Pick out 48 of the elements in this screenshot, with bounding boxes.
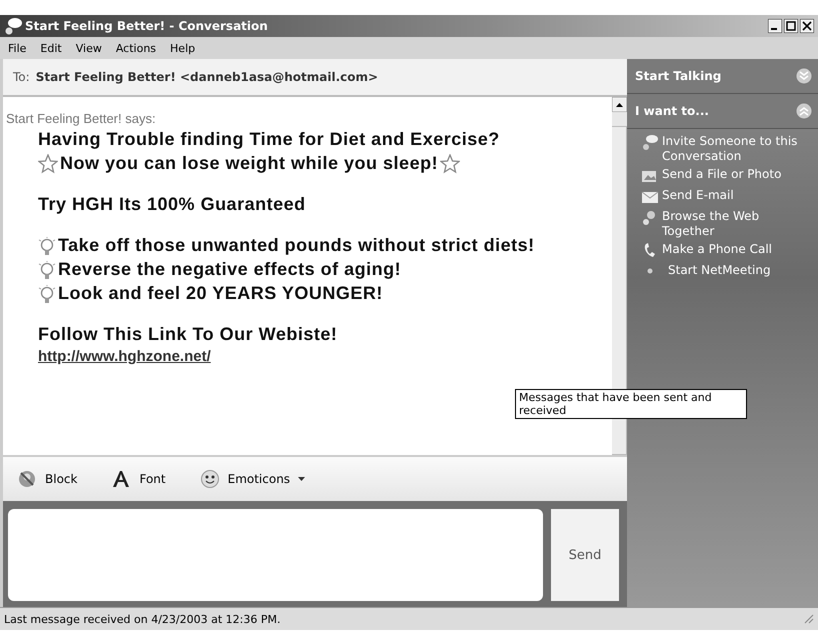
menu-item[interactable]: Actions <box>116 42 156 54</box>
task-link[interactable]: Invite Someone to this Conversation <box>641 134 814 164</box>
smiley-icon <box>200 469 220 489</box>
light-bulb-icon <box>38 237 56 256</box>
letter-a-icon <box>111 469 132 489</box>
speech-bubble-icon <box>641 134 659 152</box>
message-text: Follow This Link To Our Webiste! <box>38 324 338 345</box>
menu-item[interactable]: File <box>8 42 26 54</box>
menu-item[interactable]: Edit <box>40 42 62 54</box>
maximize-icon <box>784 19 798 33</box>
task-link[interactable]: Make a Phone Call <box>641 242 814 260</box>
message-text: Now you can lose weight while you sleep! <box>60 153 438 174</box>
menu-item[interactable]: View <box>76 42 102 54</box>
to-label: To: <box>13 70 30 84</box>
light-bulb-icon <box>38 261 56 280</box>
message-text: Take off those unwanted pounds without strict diets! <box>58 235 535 256</box>
block-button[interactable]: Block <box>15 467 80 491</box>
message-text: Reverse the negative effects of aging! <box>58 259 402 280</box>
message-text: Having Trouble finding Time for Diet and Exercise? <box>38 129 500 150</box>
section-header[interactable]: Start Talking <box>627 59 818 94</box>
task-link[interactable]: Send a File or Photo <box>641 167 814 185</box>
dropdown-caret-icon <box>298 477 306 481</box>
star-icon <box>440 154 460 174</box>
section-header[interactable]: I want to... <box>627 94 818 129</box>
message-text: Try HGH Its 100% Guaranteed <box>38 194 306 215</box>
close-icon <box>800 19 814 33</box>
message-input-field[interactable] <box>8 509 543 601</box>
resize-grip-icon <box>804 614 814 624</box>
minimize-icon <box>768 19 782 33</box>
status-text: Last message received on 4/23/2003 at 12:36 PM. <box>4 612 280 626</box>
message-text: Look and feel 20 YEARS YOUNGER! <box>58 283 383 304</box>
blocked-person-icon <box>17 469 37 489</box>
task-link[interactable]: Start NetMeeting <box>641 263 814 278</box>
task-link[interactable]: Browse the Web Together <box>641 209 814 239</box>
star-icon <box>38 154 58 174</box>
tooltip: Messages that have been sent and received <box>515 389 747 419</box>
dot-icon <box>647 268 653 274</box>
task-link[interactable]: Send E-mail <box>641 188 814 206</box>
speech-bubble-icon <box>4 17 22 35</box>
light-bulb-icon <box>38 285 56 304</box>
menu-item[interactable]: Help <box>170 42 196 54</box>
link[interactable]: http://www.hghzone.net/ <box>38 348 211 365</box>
window-title: Start Feeling Better! - Conversation <box>25 19 268 33</box>
sender-line: Start Feeling Better! says: <box>6 111 157 126</box>
font-button[interactable]: Font <box>109 467 168 491</box>
contact-name: Start Feeling Better! <danneb1asa@hotmail.com> <box>36 70 378 84</box>
send-button[interactable]: Send <box>551 509 619 601</box>
emoticons-button[interactable]: Emoticons <box>198 467 308 491</box>
